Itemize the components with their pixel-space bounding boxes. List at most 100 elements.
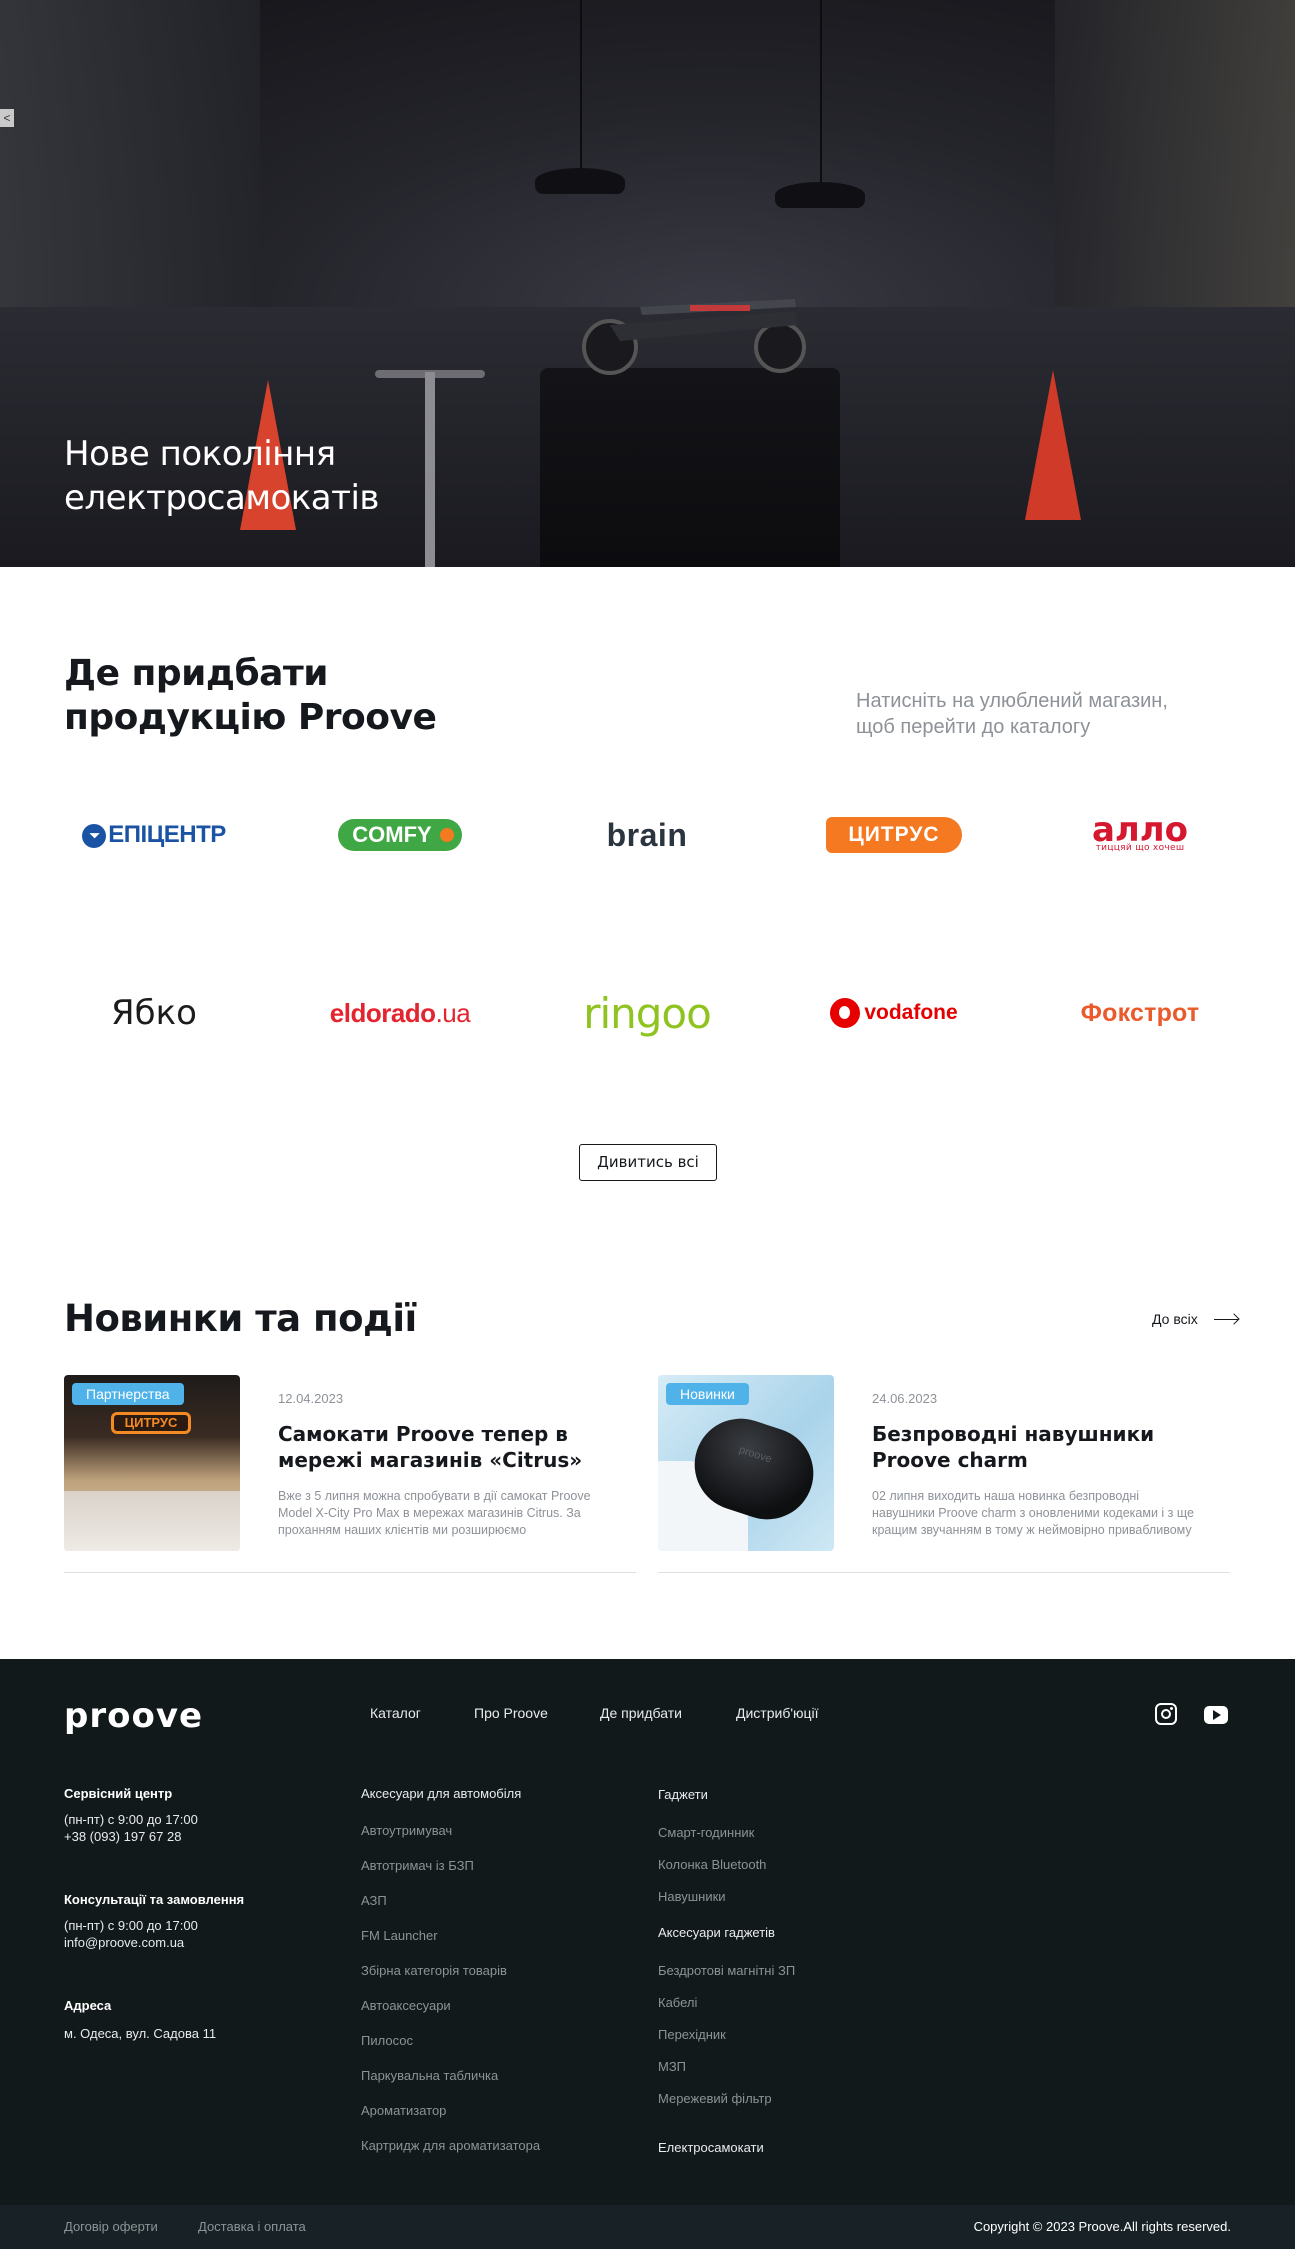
- news-thumbnail: ЦИТРУС Партнерства: [64, 1375, 240, 1551]
- footer-link[interactable]: АЗП: [361, 1892, 540, 1927]
- footer-nav-catalog[interactable]: Каталог: [370, 1705, 421, 1721]
- hero-title: Нове покоління електросамокатів: [64, 432, 379, 520]
- news-excerpt: Вже з 5 липня можна спробувати в дії сам…: [278, 1489, 591, 1537]
- footer-link[interactable]: Картридж для ароматизатора: [361, 2137, 540, 2172]
- store-foxtrot[interactable]: Фокстрот: [1050, 983, 1230, 1043]
- orders-hours: (пн-пт) с 9:00 до 17:00: [64, 1918, 198, 1933]
- brain-logo: brain: [606, 816, 688, 853]
- footer-link[interactable]: Пилосос: [361, 2032, 540, 2067]
- footer-link[interactable]: Бездротові магнітні ЗП: [658, 1962, 795, 1994]
- earbuds-case-brand: proove: [737, 1443, 774, 1466]
- scooters-link[interactable]: Електросамокати: [658, 2139, 795, 2157]
- store-allo[interactable]: алло тиццяй що хочеш: [1050, 805, 1230, 865]
- footer-link[interactable]: Паркувальна табличка: [361, 2067, 540, 2102]
- service-center-phone[interactable]: +38 (093) 197 67 28: [64, 1828, 244, 1845]
- footer-car-accessories: Аксесуари для автомобіля Автоутримувач А…: [361, 1785, 540, 2172]
- hint-line1: Натисніть на улюблений магазин,: [856, 690, 1168, 712]
- foxtrot-logo: Фокстрот: [1080, 998, 1200, 1027]
- news-thumbnail: proove Новинки: [658, 1375, 834, 1551]
- lamp-wire: [580, 0, 582, 170]
- footer-link[interactable]: Кабелі: [658, 1994, 795, 2026]
- hero-banner: < Нове покоління електросамокатів: [0, 0, 1295, 567]
- news-all-link[interactable]: До всіх: [1152, 1311, 1238, 1327]
- footer-link[interactable]: Автоаксесуари: [361, 1997, 540, 2032]
- side-tab-toggle[interactable]: <: [0, 109, 14, 127]
- thumbnail-floor: [64, 1491, 240, 1551]
- display-table: [540, 368, 840, 567]
- footer-link[interactable]: Мережевий фільтр: [658, 2090, 795, 2122]
- comfy-logo: COMFY: [338, 819, 462, 851]
- arrow-right-icon: [1213, 1318, 1238, 1320]
- footer-link[interactable]: Ароматизатор: [361, 2102, 540, 2137]
- footer-link[interactable]: МЗП: [658, 2058, 795, 2090]
- ringoo-logo: ringoo: [583, 988, 712, 1038]
- allo-tagline: тиццяй що хочеш: [1095, 843, 1185, 853]
- store-epicentr[interactable]: ⏷ ЕПІЦЕНТР: [64, 805, 244, 865]
- footer-nav-distribution[interactable]: Дистриб'юції: [736, 1705, 819, 1721]
- offer-agreement-link[interactable]: Договір оферти: [64, 2219, 158, 2234]
- news-all-label: До всіх: [1152, 1311, 1198, 1327]
- car-accessories-title[interactable]: Аксесуари для автомобіля: [361, 1785, 540, 1803]
- footer-link[interactable]: Збірна категорія товарів: [361, 1962, 540, 1997]
- news-tag: Партнерства: [72, 1383, 184, 1405]
- news-headline[interactable]: Безпроводні навушники Proove charm: [872, 1421, 1212, 1473]
- vodafone-name: vodafone: [864, 1001, 958, 1024]
- allo-logo: алло тиццяй що хочеш: [1092, 813, 1188, 853]
- gadget-accessories-list: Бездротові магнітні ЗП Кабелі Перехідник…: [658, 1962, 795, 2122]
- footer-link[interactable]: Перехідник: [658, 2026, 795, 2058]
- footer-logo[interactable]: proove: [64, 1699, 203, 1733]
- gadget-accessories-title[interactable]: Аксесуари гаджетів: [658, 1924, 795, 1942]
- see-all-stores-button[interactable]: Дивитись всі: [579, 1144, 717, 1181]
- lamp: [535, 168, 625, 194]
- address-text: м. Одеса, вул. Садова 11: [64, 2026, 217, 2041]
- news-headline[interactable]: Самокати Proove тепер в мережі магазинів…: [278, 1421, 618, 1473]
- where-to-buy-title: Де придбати продукцію Proove: [64, 652, 437, 740]
- display-stand: [425, 372, 435, 567]
- footer-gadgets: Гаджети Смарт-годинник Колонка Bluetooth…: [658, 1786, 795, 2157]
- copyright: Copyright © 2023 Proove.All rights reser…: [973, 2219, 1231, 2234]
- orders-email[interactable]: info@proove.com.ua: [64, 1934, 244, 1951]
- epicentr-mark-icon: ⏷: [82, 823, 107, 848]
- orders-title: Консультації та замовлення: [64, 1892, 245, 1907]
- footer-link[interactable]: Смарт-годинник: [658, 1824, 795, 1856]
- youtube-icon[interactable]: [1204, 1706, 1228, 1724]
- footer-link[interactable]: Колонка Bluetooth: [658, 1856, 795, 1888]
- footer-link[interactable]: Автотримач із БЗП: [361, 1857, 540, 1892]
- lamp-wire: [820, 0, 822, 185]
- where-to-buy-title-line2: продукцію Proove: [64, 697, 437, 738]
- store-eldorado[interactable]: eldorado.ua: [310, 983, 490, 1043]
- epicentr-name: ЕПІЦЕНТР: [108, 821, 226, 848]
- store-ringoo[interactable]: ringoo: [557, 983, 737, 1043]
- footer-nav-where-to-buy[interactable]: Де придбати: [600, 1705, 682, 1721]
- hero-title-line2: електросамокатів: [64, 478, 379, 518]
- vodafone-logo: vodafone: [830, 998, 958, 1028]
- where-to-buy-hint: Натисніть на улюблений магазин, щоб пере…: [856, 688, 1216, 740]
- gadgets-title[interactable]: Гаджети: [658, 1786, 795, 1804]
- store-vodafone[interactable]: vodafone: [804, 983, 984, 1043]
- traffic-cone: [1025, 370, 1081, 520]
- lamp: [775, 182, 865, 208]
- footer-nav-about[interactable]: Про Proove: [474, 1705, 548, 1721]
- store-comfy[interactable]: COMFY: [310, 805, 490, 865]
- footer-link[interactable]: Навушники: [658, 1888, 795, 1920]
- footer-link[interactable]: FM Launcher: [361, 1927, 540, 1962]
- hint-line2: щоб перейти до каталогу: [856, 716, 1091, 738]
- footer-contacts: Сервісний центр (пн-пт) с 9:00 до 17:00 …: [64, 1785, 244, 2042]
- footer: proove Каталог Про Proove Де придбати Ди…: [0, 1659, 1295, 2249]
- footer-link[interactable]: Автоутримувач: [361, 1822, 540, 1857]
- hero-title-line1: Нове покоління: [64, 434, 336, 474]
- news-date: 24.06.2023: [872, 1391, 938, 1406]
- news-card[interactable]: ЦИТРУС Партнерства 12.04.2023 Самокати P…: [64, 1375, 636, 1573]
- store-yabko[interactable]: Ябко: [64, 983, 244, 1043]
- news-card[interactable]: proove Новинки 24.06.2023 Безпроводні на…: [658, 1375, 1230, 1573]
- yabko-logo: Ябко: [111, 993, 197, 1033]
- delivery-payment-link[interactable]: Доставка і оплата: [198, 2219, 306, 2234]
- store-brain[interactable]: brain: [557, 805, 737, 865]
- epicentr-logo: ⏷ ЕПІЦЕНТР: [82, 821, 226, 849]
- store-citrus[interactable]: ЦИТРУС: [804, 805, 984, 865]
- service-center-hours: (пн-пт) с 9:00 до 17:00: [64, 1812, 198, 1827]
- footer-bottom-bar: Договір оферти Доставка і оплата Copyrig…: [0, 2205, 1295, 2249]
- instagram-icon[interactable]: [1155, 1703, 1177, 1725]
- service-center-title: Сервісний центр: [64, 1786, 173, 1801]
- address-title: Адреса: [64, 1998, 112, 2013]
